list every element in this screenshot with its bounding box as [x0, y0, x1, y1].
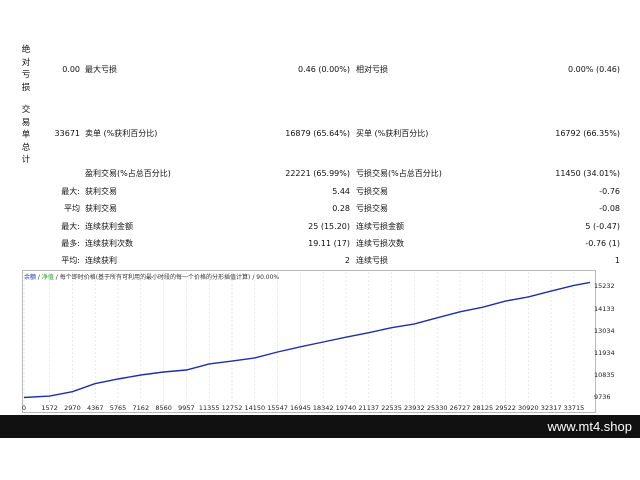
- x-tick-label: 19740: [335, 404, 357, 412]
- x-tick-label: 26727: [449, 404, 471, 412]
- x-tick-label: 28125: [472, 404, 494, 412]
- y-tick-label: 11934: [594, 348, 615, 357]
- y-tick-label: 14133: [594, 304, 615, 313]
- x-tick-label: 16945: [290, 404, 311, 412]
- x-tick-label: 8560: [155, 404, 172, 412]
- x-tick-label: 18342: [312, 404, 334, 412]
- x-tick-label: 9957: [178, 404, 195, 412]
- y-tick-label: 10835: [594, 370, 615, 379]
- y-tick-label: 15232: [594, 282, 615, 291]
- x-tick-label: 29522: [495, 404, 516, 412]
- x-tick-label: 22535: [381, 404, 402, 412]
- x-tick-label: 0: [21, 404, 27, 412]
- footer-bar: www.mt4.shop: [0, 415, 640, 438]
- x-tick-label: 11355: [198, 404, 220, 412]
- x-tick-label: 7162: [132, 404, 150, 412]
- x-tick-label: 14150: [244, 404, 266, 412]
- x-tick-label: 25330: [426, 404, 448, 412]
- site-watermark: www.mt4.shop: [547, 419, 632, 434]
- x-tick-label: 15547: [267, 404, 288, 412]
- x-tick-label: 21137: [358, 404, 380, 412]
- x-tick-label: 4367: [86, 404, 104, 412]
- x-tick-label: 30920: [517, 404, 539, 412]
- x-tick-label: 5765: [109, 404, 127, 412]
- x-tick-label: 33715: [563, 404, 585, 412]
- x-tick-label: 12752: [221, 404, 243, 412]
- y-tick-label: 13034: [594, 326, 615, 335]
- x-tick-label: 2970: [64, 404, 81, 412]
- y-tick-label: 9736: [594, 393, 611, 401]
- x-tick-label: 1572: [41, 404, 58, 412]
- x-tick-label: 23932: [404, 404, 425, 412]
- x-tick-label: 32317: [540, 404, 562, 412]
- balance-series-line: [23, 281, 591, 399]
